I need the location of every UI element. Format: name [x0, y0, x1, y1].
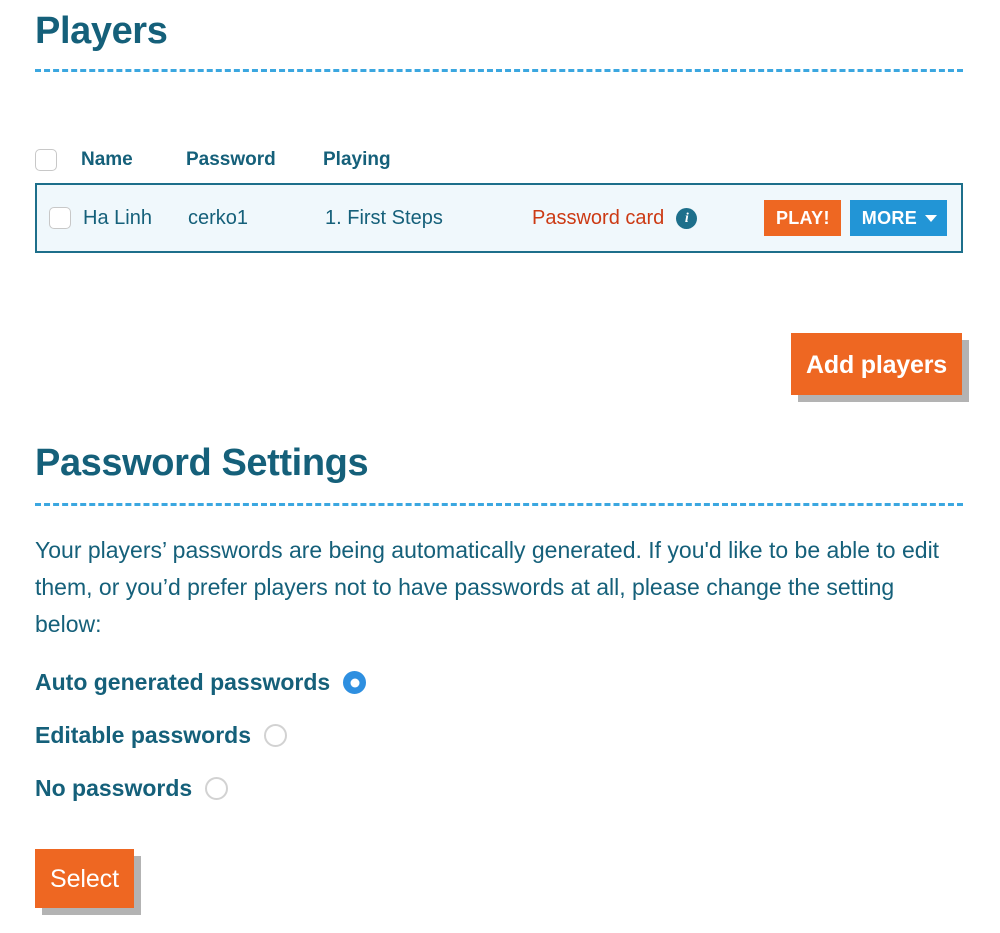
column-header-password: Password — [186, 149, 323, 171]
cell-password-card: Password card i — [532, 207, 764, 230]
password-settings-title: Password Settings — [35, 444, 963, 482]
row-select-checkbox[interactable] — [49, 207, 71, 229]
password-card-link[interactable]: Password card — [532, 207, 664, 230]
add-players-button[interactable]: Add players — [791, 333, 962, 395]
password-card-group: Password card i — [532, 207, 764, 230]
info-circle-icon[interactable]: i — [676, 208, 697, 229]
row-checkbox-cell — [49, 207, 83, 230]
more-button[interactable]: MORE — [850, 200, 947, 236]
radio-button-no-passwords[interactable] — [205, 777, 228, 800]
select-all-checkbox[interactable] — [35, 149, 57, 171]
select-all-checkbox-cell — [35, 149, 81, 171]
radio-label-auto-generated: Auto generated passwords — [35, 669, 330, 696]
players-page-title: Players — [35, 12, 963, 50]
page-root: Players Name Password Playing Ha Linh ce… — [0, 0, 1000, 933]
password-settings-description: Your players’ passwords are being automa… — [35, 532, 950, 643]
cell-player-name: Ha Linh — [83, 207, 188, 230]
players-table-header: Name Password Playing — [35, 145, 963, 175]
radio-option-editable[interactable]: Editable passwords — [35, 709, 963, 762]
password-settings-divider — [35, 503, 963, 506]
radio-label-no-passwords: No passwords — [35, 775, 192, 802]
chevron-down-icon — [925, 215, 937, 222]
radio-option-no-passwords[interactable]: No passwords — [35, 762, 963, 815]
table-row[interactable]: Ha Linh cerko1 1. First Steps Password c… — [35, 183, 963, 253]
radio-button-auto-generated[interactable] — [343, 671, 366, 694]
cell-player-password: cerko1 — [188, 207, 325, 230]
play-button[interactable]: PLAY! — [764, 200, 841, 236]
more-button-label: MORE — [862, 209, 917, 227]
column-header-playing: Playing — [323, 149, 530, 171]
players-section: Players Name Password Playing Ha Linh ce… — [35, 12, 963, 253]
radio-option-auto-generated[interactable]: Auto generated passwords — [35, 656, 963, 709]
radio-button-editable[interactable] — [264, 724, 287, 747]
password-mode-radio-group: Auto generated passwords Editable passwo… — [35, 656, 963, 815]
column-header-name: Name — [81, 149, 186, 171]
password-settings-section: Password Settings Your players’ password… — [35, 444, 963, 815]
radio-label-editable: Editable passwords — [35, 722, 251, 749]
select-button[interactable]: Select — [35, 849, 134, 908]
row-action-buttons: PLAY! MORE — [764, 200, 947, 236]
cell-player-playing: 1. First Steps — [325, 207, 532, 230]
players-divider — [35, 69, 963, 72]
